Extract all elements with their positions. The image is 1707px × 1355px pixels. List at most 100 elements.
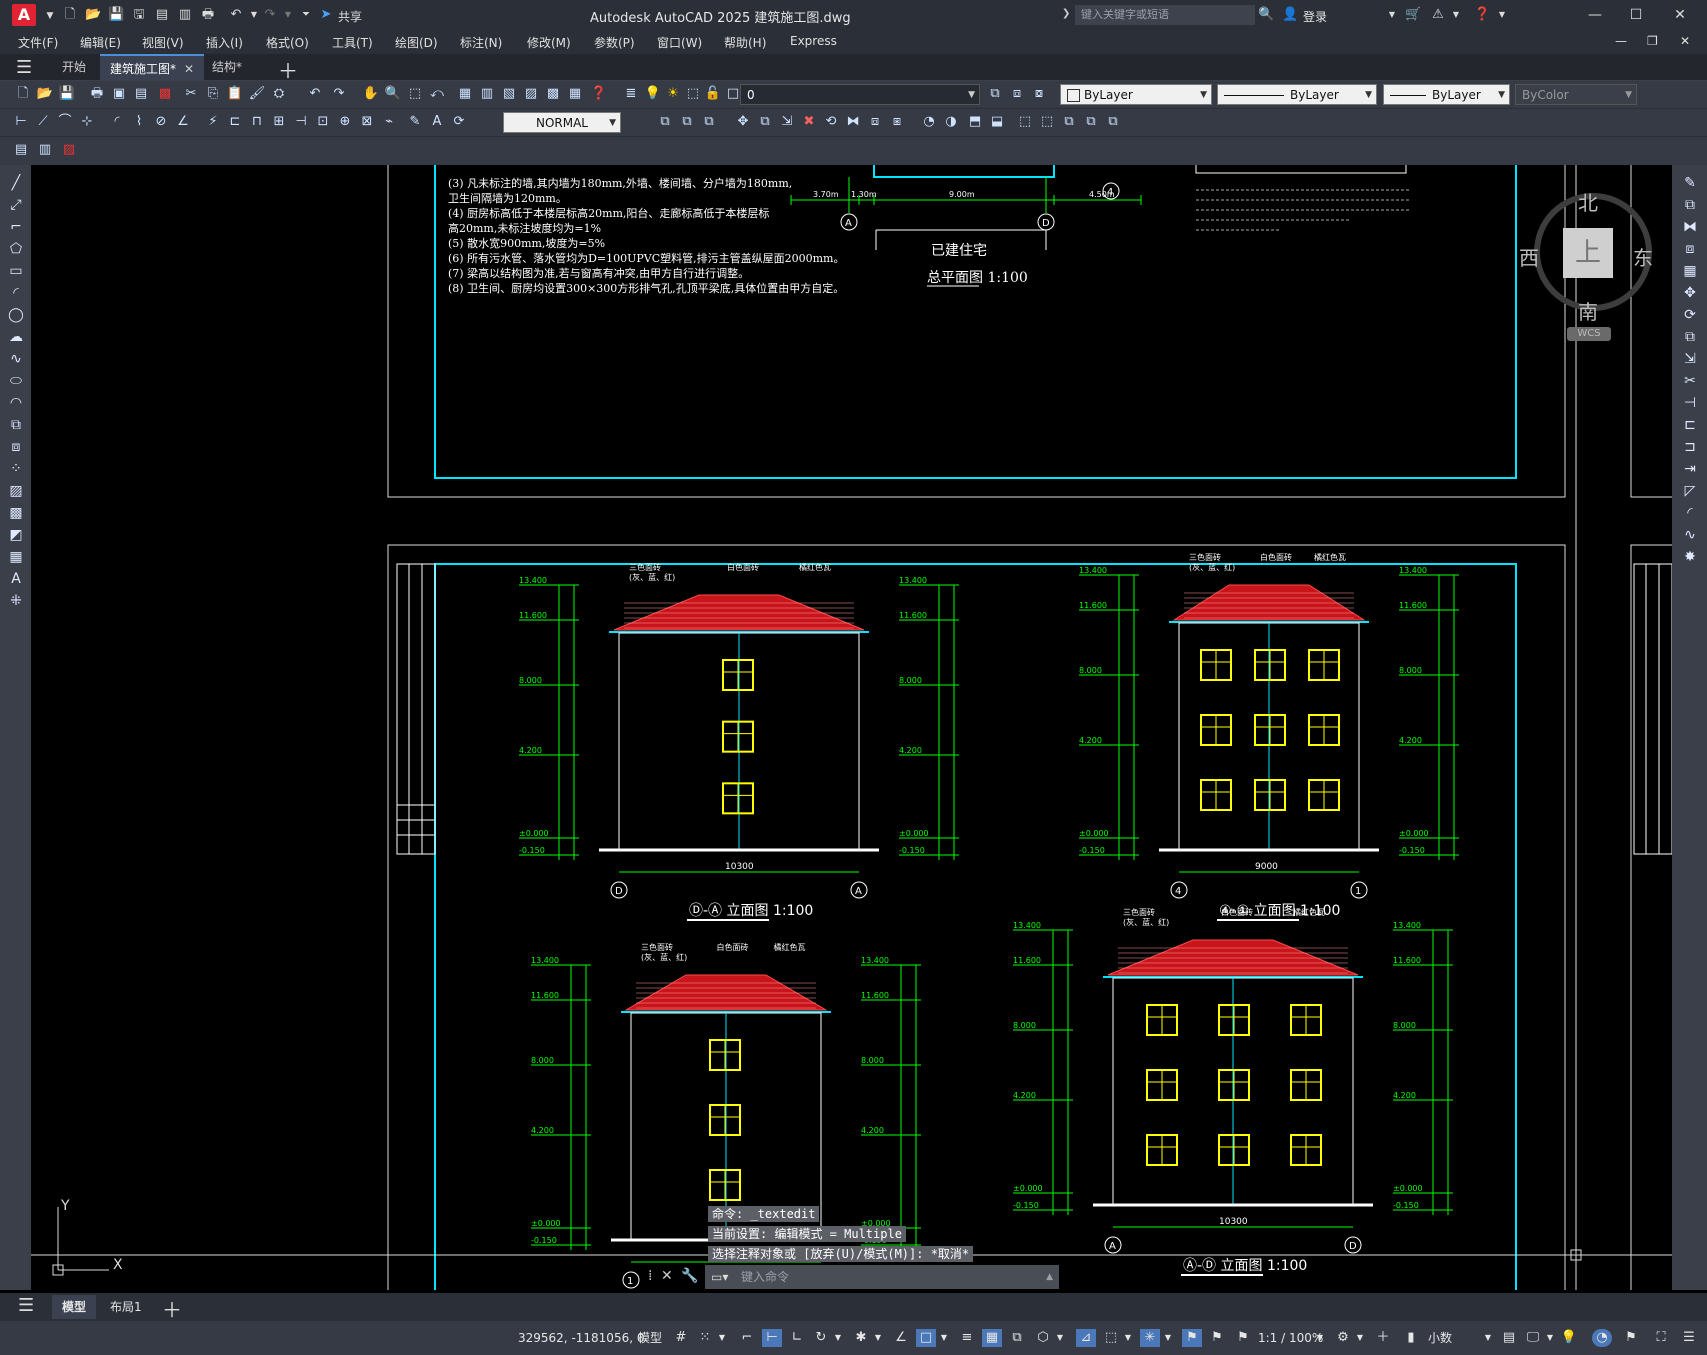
cart-icon[interactable]: 🛒 (1405, 7, 1421, 23)
tab-start[interactable]: 开始 (52, 54, 96, 80)
isodraft-dropdown-icon[interactable]: ▼ (872, 1329, 884, 1347)
tab-layout1[interactable]: 布局1 (100, 1295, 152, 1319)
redo-dropdown-icon[interactable]: ▼ (280, 7, 296, 23)
print-icon[interactable]: 🖶 (200, 7, 216, 23)
undo-icon[interactable]: ↶ (228, 7, 244, 23)
polygon-icon[interactable]: ⬠ (6, 239, 26, 259)
dim-diameter-icon[interactable]: ⊘ (152, 113, 170, 131)
dim-space-icon[interactable]: ⊞ (270, 113, 288, 131)
make-block-icon[interactable]: ⧈ (6, 437, 26, 457)
close-tab-icon[interactable]: ✕ (184, 62, 194, 76)
selection-cycling-icon[interactable]: ⧉ (1008, 1329, 1026, 1347)
viewcube-south[interactable]: 南 (1578, 296, 1598, 325)
design-center-icon[interactable]: ▥ (478, 85, 496, 103)
menu-express[interactable]: Express (790, 34, 837, 48)
revision-cloud-icon[interactable]: ☁ (6, 327, 26, 347)
object-snap-tracking-icon[interactable]: ∠ (892, 1329, 910, 1347)
model-space-button[interactable]: 模型 (638, 1329, 662, 1347)
units-icon[interactable]: ▮ (1402, 1329, 1420, 1347)
isodraft-icon[interactable]: ✱ (852, 1329, 870, 1347)
blend-curves-icon[interactable]: ∿ (1680, 525, 1700, 545)
sheet-set-icon[interactable]: ▨ (522, 85, 540, 103)
stretch-icon[interactable]: ⇲ (778, 113, 796, 131)
layer-dropdown[interactable]: 0 ▼ (740, 84, 980, 105)
dim-arc-icon[interactable]: ⌒ (56, 113, 74, 131)
tool-palettes-icon[interactable]: ▧ (500, 85, 518, 103)
menu-dimension[interactable]: 标注(N) (460, 34, 502, 51)
markup-icon[interactable]: ▩ (544, 85, 562, 103)
maximize-window-icon[interactable]: ☐ (1622, 4, 1650, 26)
lineweight-dropdown[interactable]: ByLayer ▼ (1383, 84, 1510, 105)
command-close-icon[interactable]: ✕ (661, 1268, 673, 1284)
circle-icon[interactable]: ◯ (6, 305, 26, 325)
fillet-icon[interactable]: ◜ (1680, 503, 1700, 523)
batch-plot-icon[interactable]: ▥ (36, 141, 54, 159)
array-right-icon[interactable]: ▦ (1680, 261, 1700, 281)
osnap-dropdown-icon[interactable]: ▼ (938, 1329, 950, 1347)
tolerance-icon[interactable]: ⊡ (314, 113, 332, 131)
dim-continue-icon[interactable]: ⊓ (248, 113, 266, 131)
doc-minimize-icon[interactable]: — (1615, 34, 1627, 48)
annotation-visibility-icon[interactable]: ⚑ (1182, 1329, 1202, 1347)
command-customize-icon[interactable]: 🔧 (681, 1268, 698, 1284)
object-snap-icon[interactable]: □ (916, 1329, 936, 1347)
isolate-objects-icon[interactable]: 💡 (1560, 1329, 1578, 1347)
snap-dropdown-icon[interactable]: ▼ (716, 1329, 728, 1347)
tab-model[interactable]: 模型 (52, 1295, 97, 1319)
save-web-icon[interactable]: ▥ (177, 7, 193, 23)
customize-qat-icon[interactable]: ⏷ (298, 7, 314, 23)
menu-insert[interactable]: 插入(I) (206, 34, 243, 51)
ucs-icon[interactable]: ⧉ (656, 113, 674, 131)
user-icon[interactable]: 👤 (1282, 7, 1298, 23)
search-icon[interactable]: 🔍 (1258, 7, 1274, 23)
coordinates-readout[interactable]: 329562, -1181056, 0 (518, 1329, 644, 1347)
pdf-icon[interactable]: ▩ (156, 85, 174, 103)
hamburger-menu-icon[interactable]: ☰ (16, 57, 32, 78)
undo-tb-icon[interactable]: ↶ (306, 85, 324, 103)
array-icon[interactable]: ⧆ (888, 113, 906, 131)
tab-architectural[interactable]: 建筑施工图* ✕ (100, 54, 205, 80)
command-input[interactable]: ▭▾ 键入命令 ▲ (705, 1265, 1059, 1289)
image-icon[interactable]: ⧉ (1104, 113, 1122, 131)
command-prompt-icon[interactable]: ▭▾ (711, 1265, 728, 1289)
autocad-logo[interactable]: A (12, 4, 36, 26)
annotation-monitor-icon[interactable]: ＋ (1374, 1329, 1392, 1347)
break-icon[interactable]: ⊐ (1680, 437, 1700, 457)
gizmo-dropdown-icon[interactable]: ▼ (1162, 1329, 1174, 1347)
layer-lock-icon[interactable]: 🔓 (704, 85, 722, 103)
export-pdf-icon[interactable]: ▨ (60, 141, 78, 159)
annotation-scale-icon[interactable]: ⚑ (1234, 1329, 1252, 1347)
add-layout-icon[interactable]: ＋ (162, 1294, 182, 1323)
line-icon[interactable]: ╱ (6, 173, 26, 193)
quick-properties-icon[interactable]: ▤ (1500, 1329, 1518, 1347)
infer-constraints-icon[interactable]: ⌐ (738, 1329, 756, 1347)
scale-icon[interactable]: ⧉ (1680, 327, 1700, 347)
dim-linear-icon[interactable]: ⊢ (12, 113, 30, 131)
scale-dropdown-icon[interactable]: ▼ (1314, 1329, 1326, 1347)
boundary-icon[interactable]: ⬓ (988, 113, 1006, 131)
mirror-icon[interactable]: ⧓ (844, 113, 862, 131)
app-menu-chevron-icon[interactable]: ▼ (42, 8, 58, 24)
viewcube-west[interactable]: 西 (1519, 242, 1539, 271)
command-history-toggle-icon[interactable]: ▲ (1046, 1265, 1053, 1289)
pan-icon[interactable]: ✋ (362, 85, 380, 103)
polar-tracking-icon[interactable]: ↻ (812, 1329, 830, 1347)
copy-object-icon[interactable]: ⧉ (756, 113, 774, 131)
redo-tb-icon[interactable]: ↷ (330, 85, 348, 103)
filter-dropdown-icon[interactable]: ▼ (1122, 1329, 1134, 1347)
erase-right-icon[interactable]: ✎ (1680, 173, 1700, 193)
plot-icon[interactable]: 🖶 (88, 85, 106, 103)
chamfer-icon[interactable]: ◸ (1680, 481, 1700, 501)
block-editor-icon[interactable]: ⛭ (270, 85, 288, 103)
3d-osnap-dropdown-icon[interactable]: ▼ (1054, 1329, 1066, 1347)
redo-icon[interactable]: ↷ (262, 7, 278, 23)
lineweight-display-icon[interactable]: ≡ (958, 1329, 976, 1347)
viewcube-east[interactable]: 东 (1633, 242, 1653, 271)
menu-file[interactable]: 文件(F) (18, 34, 58, 51)
orbit-icon[interactable]: ◔ (920, 113, 938, 131)
region-left-icon[interactable]: ◩ (6, 525, 26, 545)
make-current-layer-icon[interactable]: ⧉ (986, 85, 1004, 103)
viewcube-north[interactable]: 北 (1578, 187, 1598, 216)
plotstyle-dropdown[interactable]: ByColor ▼ (1515, 84, 1637, 105)
open-web-icon[interactable]: ▤ (154, 7, 170, 23)
